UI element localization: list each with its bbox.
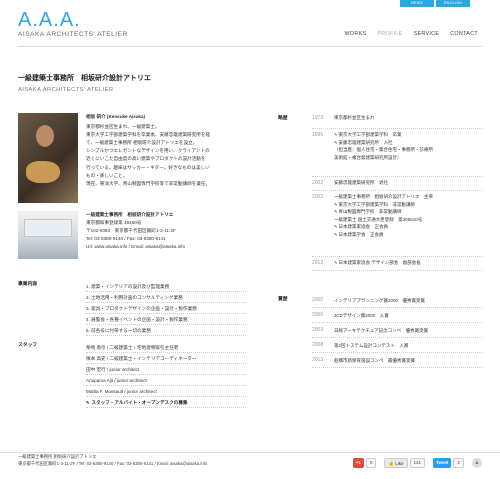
award-row: 2013 船橋市新保育施設コンペ 最優秀賞受賞 (312, 353, 482, 368)
bio-line: 行っている。趣味はサッカー・ギター。好きなものは美しい (86, 164, 210, 170)
recruit-link[interactable]: ✎ スタッフ・アルバイト・オープンデスクの募集 (86, 397, 246, 408)
history-row: 2002 安藤忠雄建築研究所 退社 (312, 177, 482, 191)
gplus-count: 0 (365, 458, 377, 468)
award-text: 日経アーキテクチュア記念コンペ 優秀賞受賞 (334, 327, 429, 333)
staff-item: Anupama Ajit / junior architect (86, 375, 246, 386)
portrait-face (36, 125, 54, 147)
main-nav: WORKS PROFILE SERVICE CONTACT (345, 30, 478, 38)
office-line: Tel: 03-6380-9140 / Fax: 03-6380-9141 (86, 236, 166, 242)
award-row: 2008 第2回トステム設計コンテスト 入賞 (312, 338, 482, 353)
gplus-widget: +1 0 (352, 458, 377, 468)
history-row: 2013 ✎ 日本建築家協会 デザイン部会 副部会長 (312, 257, 482, 271)
history-year: 1996 (312, 132, 324, 138)
like-button[interactable]: 👍 Like (384, 458, 408, 468)
services-label: 事業内容 (18, 282, 38, 287)
english-button[interactable]: ENGLISH (436, 0, 470, 7)
gplus-button[interactable]: +1 (352, 458, 364, 468)
history-year: 2003 (312, 194, 324, 200)
recruit-label[interactable]: スタッフ・アルバイト・オープンデスクの募集 (91, 400, 187, 405)
award-text: JCDデザイン賞2000 入賞 (334, 312, 389, 318)
architect-name: 相坂 研介 (Kensuke Aisaka) (86, 114, 146, 119)
like-widget: 👍 Like 141 (384, 458, 426, 468)
office-photo (18, 211, 78, 259)
history-year: 1973 (312, 115, 324, 121)
service-item: 3. 家具・プロダクトデザインの企画・設計・製作業務 (86, 303, 246, 314)
staff-label: スタッフ (18, 343, 38, 348)
history-year: 2013 (312, 260, 324, 266)
staff-item: 田中 宏行 / junior architect (86, 364, 246, 375)
history-year: 2002 (312, 180, 324, 186)
award-text: 船橋市新保育施設コンペ 最優秀賞受賞 (334, 357, 415, 363)
site-subtitle: AISAKA ARCHITECTS' ATELIER (18, 31, 128, 38)
staff-list: 柴崎 香奈 / 二級建築士・宅地建物取引主任者 塚本 高史 / 二級建築士・イン… (86, 342, 246, 408)
bio-line: て、一級建築士事務所 相坂研介設計アトリエを設立。 (86, 140, 198, 146)
award-row: 2003 日経アーキテクチュア記念コンペ 優秀賞受賞 (312, 323, 482, 338)
staff-item: 塚本 高史 / 二級建築士・インテリアコーディネーター (86, 353, 246, 364)
portrait-guitar (26, 161, 60, 183)
staff-item: 柴崎 香奈 / 二級建築士・宅地建物取引主任者 (86, 342, 246, 353)
history-timeline: 1973 東京都杉並区生まれ 1996 ✎ 東京大学工学部建築学科 卒業 ✎ 安… (312, 112, 482, 271)
footer-info: 一級建築士事務所 相坂研介設計アトリエ 東京都千代田区麹町1-3-11-2F /… (18, 454, 207, 467)
header-divider (18, 46, 482, 47)
history-text: 一級建築士事務所 相坂研介設計アトリエ 主宰 ✎ 東京大学工学部建築学科 非常勤… (334, 194, 433, 237)
site-logo[interactable]: A.A.A. (18, 10, 81, 30)
pencil-icon: ✎ (86, 400, 90, 405)
history-text: 東京都杉並区生まれ (334, 115, 375, 120)
history-text: ✎ 日本建築家協会 デザイン部会 副部会長 (334, 260, 421, 265)
bio-line: 近くにいこた自由度の高い建築やプロダクトの設計活動を (86, 156, 206, 162)
award-text: 第2回トステム設計コンテスト 入賞 (334, 342, 409, 348)
office-name: 一級建築士事務所 相坂研介設計アトリエ (86, 212, 174, 217)
award-row: 2000 JCDデザイン賞2000 入賞 (312, 308, 482, 323)
tweet-button[interactable]: Tweet (433, 458, 452, 468)
tweet-count: 2 (453, 458, 464, 468)
bio-line: シンプルかつエレガントなデザインを用い、クライアントの (86, 148, 210, 154)
awards-label: 賞歴 (278, 297, 288, 302)
nav-works[interactable]: WORKS (345, 30, 367, 38)
award-year: 2003 (312, 326, 324, 333)
history-label: 略歴 (278, 116, 288, 121)
office-line: 東京都知事登録第 48460号 (86, 220, 142, 226)
page-title: 一級建築士事務所 相坂研介設計アトリエ (18, 75, 151, 82)
profile-bio: 相坂 研介 (Kensuke Aisaka) 東京都杉並区生まれ、一級建築士。 … (86, 113, 286, 188)
bio-line: もの・楽しいこと。 (86, 172, 128, 178)
award-row: 2000 インテリアプランニング賞2000 優秀賞受賞 (312, 293, 482, 308)
footer-line: 東京都千代田区麹町1-3-11-2F / Tel: 03-6380-9140 /… (18, 460, 208, 466)
like-count: 141 (409, 458, 426, 468)
staff-item: Mattia F. Mussault / junior architect (86, 386, 246, 397)
award-year: 2000 (312, 311, 324, 318)
page-subtitle: AISAKA ARCHITECTS' ATELIER (18, 87, 114, 93)
social-buttons: +1 0 👍 Like 141 Tweet 2 ▲ (352, 458, 482, 468)
bio-line: 現在、東洋大学、青山製図専門学校等で非常勤講師を兼任。 (86, 180, 211, 186)
service-item: 5. 前各号に付帯する一切の業務 (86, 325, 246, 336)
office-line: 〒102-0083 東京都千代田区麹町1-3-11-2F (86, 228, 176, 234)
history-text: 安藤忠雄建築研究所 退社 (334, 180, 388, 185)
award-year: 2013 (312, 356, 324, 363)
service-item: 1. 建築・インテリアの設計及び監理業務 (86, 281, 246, 292)
nav-contact[interactable]: CONTACT (450, 30, 478, 38)
bio-line: 東京大学工学部建築学科を卒業後、安藤忠雄建築研究所を経 (86, 132, 211, 138)
service-item: 2. 土地活用・利用計画のコンサルティング業務 (86, 292, 246, 303)
footer-divider (0, 452, 500, 453)
service-item: 4. 展覧会・各種イベントの企画・設計・製作業務 (86, 314, 246, 325)
awards-list: 2000 インテリアプランニング賞2000 優秀賞受賞 2000 JCDデザイン… (312, 293, 482, 368)
office-info: 一級建築士事務所 相坂研介設計アトリエ 東京都知事登録第 48460号 〒102… (86, 211, 286, 251)
history-text: ✎ 東京大学工学部建築学科 卒業 ✎ 安藤忠雄建築研究所 入社 （担当歴：個人住… (334, 132, 433, 160)
bio-line: 東京都杉並区生まれ、一級建築士。 (86, 124, 160, 130)
history-row: 2003 一級建築士事務所 相坂研介設計アトリエ 主宰 ✎ 東京大学工学部建築学… (312, 191, 482, 257)
nav-profile[interactable]: PROFILE (377, 30, 402, 38)
history-row: 1996 ✎ 東京大学工学部建築学科 卒業 ✎ 安藤忠雄建築研究所 入社 （担当… (312, 129, 482, 177)
history-row: 1973 東京都杉並区生まれ (312, 112, 482, 129)
office-window (24, 219, 72, 237)
services-list: 1. 建築・インテリアの設計及び監理業務 2. 土地活用・利用計画のコンサルティ… (86, 281, 246, 336)
architect-photo (18, 113, 78, 203)
award-year: 2000 (312, 296, 324, 303)
award-text: インテリアプランニング賞2000 優秀賞受賞 (334, 297, 426, 303)
top-buttons: NEWS ENGLISH (400, 0, 470, 7)
nav-service[interactable]: SERVICE (414, 30, 440, 38)
news-button[interactable]: NEWS (400, 0, 434, 7)
award-year: 2008 (312, 341, 324, 348)
scroll-top-icon[interactable]: ▲ (472, 458, 482, 468)
office-line[interactable]: Url: www.aisaka.info / Email: aisaka@ais… (86, 243, 286, 251)
tweet-widget: Tweet 2 (433, 458, 464, 468)
